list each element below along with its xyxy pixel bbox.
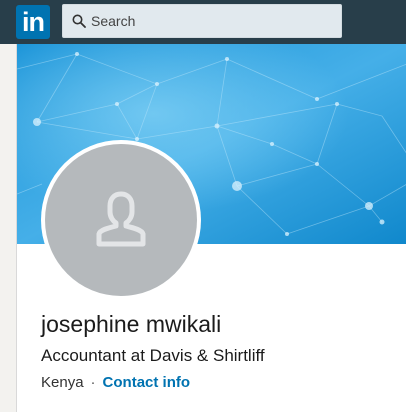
profile-card: josephine mwikali Accountant at Davis & … xyxy=(16,44,406,412)
contact-info-link[interactable]: Contact info xyxy=(103,374,191,391)
location-line: Kenya · Contact info xyxy=(41,374,190,391)
linkedin-logo[interactable]: in xyxy=(16,5,50,39)
avatar-placeholder xyxy=(45,144,197,296)
profile-photo[interactable] xyxy=(41,140,201,300)
search-box[interactable] xyxy=(62,4,342,38)
profile-location: Kenya xyxy=(41,374,84,391)
person-icon xyxy=(96,191,146,247)
profile-name: josephine mwikali xyxy=(41,311,222,337)
profile-headline: Accountant at Davis & Shirtliff xyxy=(41,346,265,365)
search-icon xyxy=(72,14,86,28)
separator-dot: · xyxy=(90,374,96,391)
top-navigation-bar: in xyxy=(0,0,406,44)
search-input[interactable] xyxy=(89,5,336,37)
